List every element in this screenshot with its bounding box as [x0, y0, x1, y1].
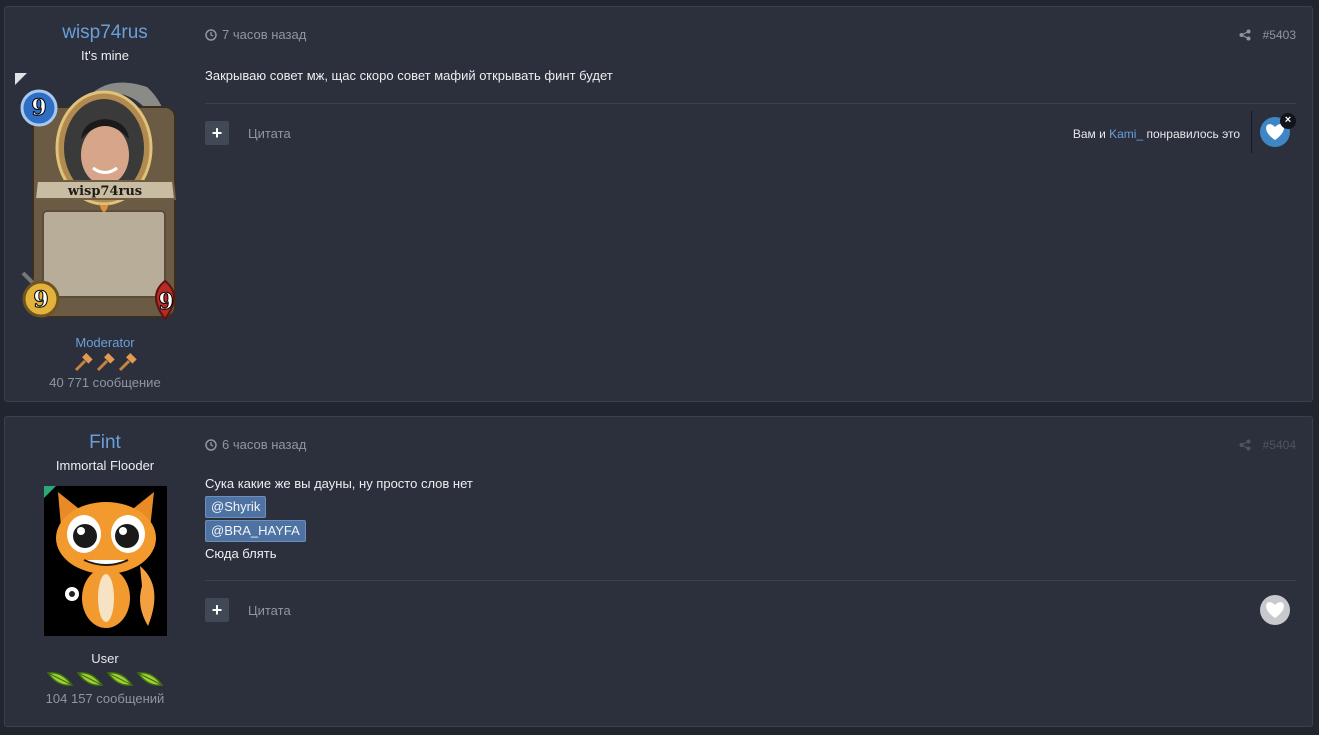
share-icon[interactable]	[1239, 29, 1251, 41]
card-attack: 9	[33, 287, 48, 313]
post-number-area: #5404	[1239, 438, 1296, 452]
post-meta: 7 часов назад	[205, 27, 306, 42]
post-time[interactable]: 6 часов назад	[222, 437, 306, 452]
author-title: Immortal Flooder	[55, 458, 155, 473]
forum-post: wisp74rus It's mine wisp74rus 9 9 9 Mode…	[4, 6, 1313, 402]
author-name-link[interactable]: wisp74rus	[5, 22, 205, 44]
user-mention[interactable]: @Shyrik	[205, 496, 267, 518]
likes-summary: Вам и Kami_ понравилось это	[1073, 127, 1240, 141]
post-body: Закрываю совет мж, щас скоро совет мафий…	[205, 65, 613, 87]
quote-button[interactable]: Цитата	[248, 603, 291, 618]
share-icon[interactable]	[1239, 439, 1251, 451]
user-mention[interactable]: @BRA_HAYFA	[205, 520, 306, 542]
multiquote-plus-button[interactable]: +	[205, 598, 229, 622]
like-button[interactable]	[1260, 595, 1290, 625]
post-number-link[interactable]: #5403	[1263, 28, 1296, 42]
post-text-line: Сука какие же вы дауны, ну просто слов н…	[205, 476, 473, 491]
post-content: 6 часов назад #5404 Сука какие же вы дау…	[205, 417, 1296, 726]
heart-icon	[1266, 602, 1284, 618]
author-title: It's mine	[81, 48, 129, 63]
leaf-icon	[136, 672, 164, 686]
card-mana: 9	[31, 95, 46, 121]
member-rank: Moderator	[75, 335, 135, 350]
author-name-link[interactable]: Fint	[5, 432, 205, 454]
post-text-line: Закрываю совет мж, щас скоро совет мафий…	[205, 68, 613, 83]
gavel-icon	[74, 353, 93, 372]
post-divider	[205, 103, 1296, 104]
avatar[interactable]: wisp74rus 9 9 9	[15, 73, 195, 323]
member-rank: User	[91, 651, 119, 666]
post-number-area: #5403	[1239, 28, 1296, 42]
post-divider	[205, 580, 1296, 581]
likes-suffix: понравилось это	[1143, 127, 1240, 141]
post-meta: 6 часов назад	[205, 437, 306, 452]
clock-icon	[205, 438, 217, 451]
gavel-icon	[96, 353, 115, 372]
post-count: 104 157 сообщений	[45, 691, 165, 706]
leaf-icon	[106, 672, 134, 686]
likes-separator	[1251, 111, 1252, 153]
post-text-line: Сюда блять	[205, 546, 277, 561]
quote-button[interactable]: Цитата	[248, 126, 291, 141]
leaf-icon	[46, 672, 74, 686]
liker-link[interactable]: Kami_	[1109, 127, 1143, 141]
post-content: 7 часов назад #5403 Закрываю совет мж, щ…	[205, 7, 1296, 401]
card-name: wisp74rus	[67, 184, 142, 199]
multiquote-plus-button[interactable]: +	[205, 121, 229, 145]
leaf-icon	[76, 672, 104, 686]
post-count: 40 771 сообщение	[49, 375, 161, 390]
remove-like-button[interactable]: ×	[1280, 113, 1296, 129]
post-body: Сука какие же вы дауны, ну просто слов н…	[205, 473, 473, 565]
avatar[interactable]	[43, 486, 167, 636]
post-number-link[interactable]: #5404	[1263, 438, 1296, 452]
post-author-panel: Fint Immortal Flooder User 104 157 сообщ…	[5, 417, 205, 706]
forum-post: Fint Immortal Flooder User 104 157 сообщ…	[4, 416, 1313, 727]
likes-prefix: Вам и	[1072, 127, 1110, 141]
post-time[interactable]: 7 часов назад	[222, 27, 306, 42]
post-author-panel: wisp74rus It's mine wisp74rus 9 9 9 Mode…	[5, 7, 205, 390]
gavel-icon	[118, 353, 137, 372]
rank-badges	[5, 352, 205, 374]
card-health: 9	[158, 289, 173, 315]
clock-icon	[205, 28, 217, 41]
rank-badges	[5, 668, 205, 690]
